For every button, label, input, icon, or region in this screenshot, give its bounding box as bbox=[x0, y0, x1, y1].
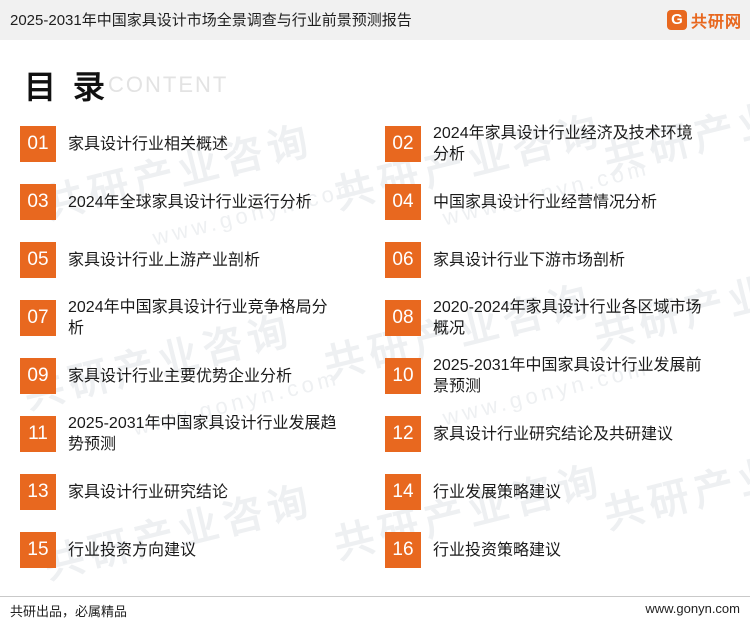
report-title: 2025-2031年中国家具设计市场全景调查与行业前景预测报告 bbox=[10, 12, 412, 29]
logo-mark-icon: G bbox=[666, 10, 687, 30]
toc-label: 行业投资方向建议 bbox=[68, 541, 197, 559]
toc-label: 行业投资策略建议 bbox=[433, 541, 562, 559]
toc-item-09[interactable]: 09 家具设计行业主要优势企业分析 bbox=[20, 356, 338, 396]
section-heading: 目 录 bbox=[24, 69, 109, 105]
gonyn-logo[interactable]: G 共研网 bbox=[666, 9, 742, 31]
toc-label: 家具设计行业相关概述 bbox=[68, 135, 229, 153]
toc-number: 16 bbox=[385, 532, 421, 568]
toc-item-08[interactable]: 08 2020-2024年家具设计行业各区域市场概况 bbox=[385, 298, 703, 338]
toc-item-05[interactable]: 05 家具设计行业上游产业剖析 bbox=[20, 240, 338, 280]
toc-number: 02 bbox=[385, 126, 421, 162]
toc-number: 06 bbox=[385, 242, 421, 278]
footer-slogan: 共研出品，必属精品 bbox=[10, 604, 128, 619]
toc-number: 15 bbox=[20, 532, 56, 568]
toc-label: 家具设计行业下游市场剖析 bbox=[433, 251, 626, 269]
toc-label: 2025-2031年中国家具设计行业发展前景预测 bbox=[433, 357, 702, 395]
toc-number: 10 bbox=[385, 358, 421, 394]
toc-label: 家具设计行业研究结论 bbox=[68, 483, 229, 501]
toc-label: 家具设计行业研究结论及共研建议 bbox=[433, 425, 674, 443]
toc-label: 2025-2031年中国家具设计行业发展趋势预测 bbox=[68, 415, 337, 453]
toc-label: 2024年中国家具设计行业竞争格局分析 bbox=[68, 299, 328, 337]
logo-text: 共研网 bbox=[690, 14, 742, 31]
toc-item-07[interactable]: 07 2024年中国家具设计行业竞争格局分析 bbox=[20, 298, 338, 338]
toc-item-16[interactable]: 16 行业投资策略建议 bbox=[385, 530, 703, 570]
toc-item-01[interactable]: 01 家具设计行业相关概述 bbox=[20, 124, 338, 164]
toc-number: 03 bbox=[20, 184, 56, 220]
toc-number: 13 bbox=[20, 474, 56, 510]
toc-label: 家具设计行业主要优势企业分析 bbox=[68, 367, 293, 385]
toc-label: 2024年家具设计行业经济及技术环境分析 bbox=[433, 125, 693, 163]
toc-number: 14 bbox=[385, 474, 421, 510]
toc-item-10[interactable]: 10 2025-2031年中国家具设计行业发展前景预测 bbox=[385, 356, 703, 396]
toc-item-02[interactable]: 02 2024年家具设计行业经济及技术环境分析 bbox=[385, 124, 703, 164]
section-subheading: CONTENT bbox=[108, 72, 229, 97]
toc-number: 01 bbox=[20, 126, 56, 162]
toc-label: 家具设计行业上游产业剖析 bbox=[68, 251, 261, 269]
toc-number: 07 bbox=[20, 300, 56, 336]
toc-item-15[interactable]: 15 行业投资方向建议 bbox=[20, 530, 338, 570]
toc-item-12[interactable]: 12 家具设计行业研究结论及共研建议 bbox=[385, 414, 703, 454]
toc-number: 12 bbox=[385, 416, 421, 452]
footer-website-link[interactable]: www.gonyn.com bbox=[645, 601, 740, 616]
toc-item-03[interactable]: 03 2024年全球家具设计行业运行分析 bbox=[20, 182, 338, 222]
toc-label: 2020-2024年家具设计行业各区域市场概况 bbox=[433, 299, 702, 337]
toc-number: 04 bbox=[385, 184, 421, 220]
toc-item-11[interactable]: 11 2025-2031年中国家具设计行业发展趋势预测 bbox=[20, 414, 338, 454]
toc-number: 05 bbox=[20, 242, 56, 278]
toc-item-13[interactable]: 13 家具设计行业研究结论 bbox=[20, 472, 338, 512]
toc-label: 2024年全球家具设计行业运行分析 bbox=[68, 193, 312, 211]
toc-item-04[interactable]: 04 中国家具设计行业经营情况分析 bbox=[385, 182, 703, 222]
toc-item-06[interactable]: 06 家具设计行业下游市场剖析 bbox=[385, 240, 703, 280]
toc-number: 09 bbox=[20, 358, 56, 394]
footer-divider bbox=[0, 596, 750, 597]
header-bar: 2025-2031年中国家具设计市场全景调查与行业前景预测报告 G 共研网 bbox=[0, 0, 750, 40]
toc-label: 行业发展策略建议 bbox=[433, 483, 562, 501]
toc-number: 08 bbox=[385, 300, 421, 336]
toc-item-14[interactable]: 14 行业发展策略建议 bbox=[385, 472, 703, 512]
toc-label: 中国家具设计行业经营情况分析 bbox=[433, 193, 658, 211]
toc-number: 11 bbox=[20, 416, 56, 452]
